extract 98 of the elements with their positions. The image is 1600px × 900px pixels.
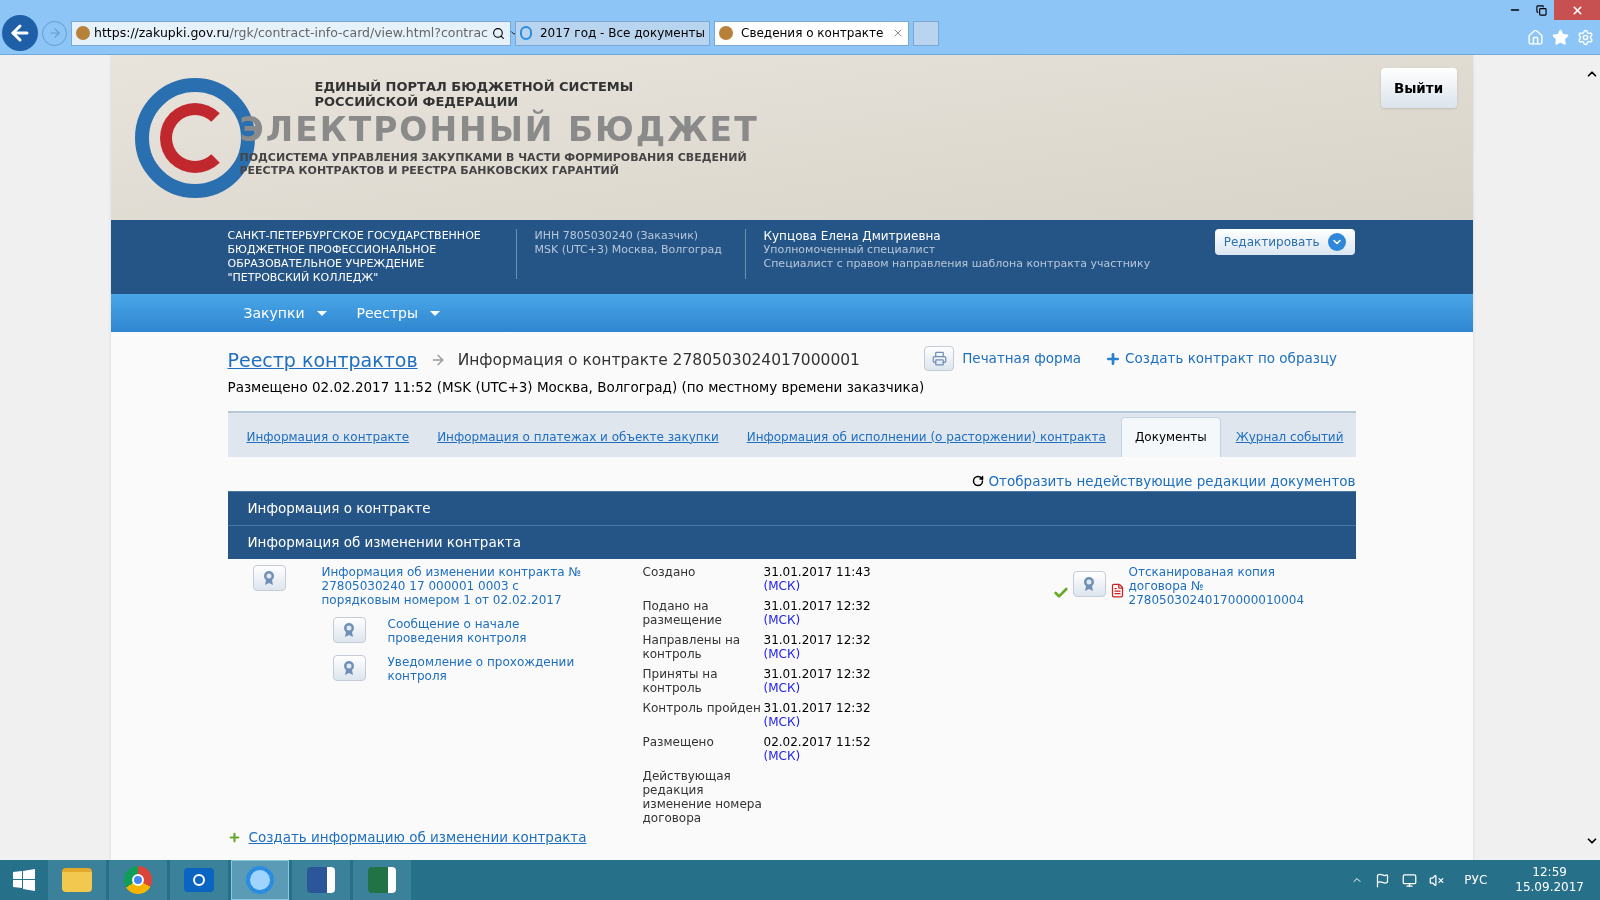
timezone-label: (МСК): [763, 613, 802, 627]
status-label: Действующая редакция изменение номера договора: [642, 769, 763, 825]
status-label: Контроль пройден: [642, 701, 762, 717]
status-label: Создано: [642, 565, 697, 581]
status-date: 31.01.2017 12:32: [763, 701, 871, 715]
back-button[interactable]: [2, 15, 38, 51]
caret-icon: [430, 310, 440, 316]
placed-note: Размещено 02.02.2017 11:52 (MSK (UTC+3) Москва, Волгоград) (по местному времени заказчика): [227, 377, 925, 397]
home-icon[interactable]: [1527, 29, 1544, 46]
taskbar-app[interactable]: [170, 860, 228, 900]
portal-title: ЕДИНЫЙ ПОРТАЛ БЮДЖЕТНОЙ СИСТЕМЫ: [314, 78, 635, 94]
settings-icon[interactable]: [1577, 29, 1594, 46]
status-label: Направлены на контроль: [642, 633, 742, 661]
clock[interactable]: 12:59 15.09.2017: [1515, 865, 1584, 895]
nav-menu[interactable]: Реестры: [356, 302, 440, 324]
language-indicator[interactable]: РУС: [1464, 871, 1488, 889]
seal-icon: [342, 622, 356, 638]
status-date: 31.01.2017 11:43: [763, 565, 871, 579]
timezone-label: (МСК): [763, 579, 802, 593]
favorites-icon[interactable]: [1552, 29, 1569, 46]
tab[interactable]: Информация о платежах и объекте закупки: [424, 416, 732, 457]
inn-text: ИНН 7805030240 (Заказчик): [534, 229, 700, 243]
status-label: Приняты на контроль: [642, 667, 719, 695]
tab[interactable]: Информация об исполнении (о расторжении) контракта: [733, 416, 1119, 457]
status-label: Размещено: [642, 735, 715, 751]
tab-title: Сведения о контракте: [741, 25, 884, 42]
edit-button[interactable]: Редактировать: [1214, 229, 1355, 255]
plus-icon: [1105, 350, 1122, 367]
status-date: 02.02.2017 11:52: [763, 735, 871, 749]
taskbar-app[interactable]: [353, 860, 411, 900]
user-role: Специалист с правом направления шаблона контракта участнику: [763, 257, 1152, 271]
tab[interactable]: Документы: [1120, 416, 1221, 457]
print-button[interactable]: [924, 346, 955, 371]
browser-e-icon: [246, 866, 274, 894]
url-text: https://zakupki.gov.ru/rgk/contract-info-card/view.html?contrac: [94, 23, 488, 42]
page-title: Информация о контракте 2780503024017000001: [457, 349, 860, 371]
network-icon[interactable]: [1402, 872, 1418, 888]
timezone-text: MSK (UTC+3) Москва, Волгоград: [534, 243, 723, 257]
certificate-button[interactable]: [1072, 571, 1106, 597]
refresh-icon: [972, 474, 985, 487]
certificate-button[interactable]: [252, 565, 286, 591]
mail-app-icon: [184, 868, 214, 892]
nav-menu[interactable]: Закупки: [243, 302, 327, 324]
tab-title: 2017 год - Все документы: [539, 25, 705, 42]
timezone-label: (МСК): [763, 749, 802, 763]
close-icon: [1570, 3, 1584, 17]
portal-title: РОССИЙСКОЙ ФЕДЕРАЦИИ: [314, 93, 519, 109]
tab[interactable]: Информация о контракте: [233, 416, 423, 457]
document-link[interactable]: Информация об изменении контракта № 27805030240 17 000001 0003 с порядковым номером 1 от 02.02.2017: [321, 565, 582, 607]
pdf-file-icon: [1109, 583, 1125, 598]
browser-e-icon: [520, 26, 532, 40]
tab[interactable]: Журнал событий: [1222, 416, 1357, 457]
status-date: 31.01.2017 12:32: [763, 667, 871, 681]
emblem-icon: [719, 26, 733, 40]
logout-button[interactable]: Выйти: [1380, 68, 1457, 108]
attachment-link[interactable]: Отсканированая копия договора № 27805030240170000010004: [1128, 565, 1329, 607]
caret-icon: [316, 310, 327, 316]
flag-icon[interactable]: [1375, 872, 1391, 888]
timezone-label: (МСК): [763, 681, 802, 695]
timezone-label: (МСК): [763, 647, 802, 661]
document-link[interactable]: Уведомление о прохождении контроля: [387, 655, 588, 683]
certificate-button[interactable]: [332, 655, 366, 681]
search-icon[interactable]: [491, 26, 505, 40]
emblem-icon: [76, 26, 90, 40]
breadcrumb-link[interactable]: Реестр контрактов: [227, 346, 418, 375]
document-app-icon: [307, 867, 335, 893]
status-date: 31.01.2017 12:32: [763, 633, 871, 647]
circle-logo-icon: [124, 866, 152, 894]
document-link[interactable]: Сообщение о начале проведения контроля: [387, 617, 588, 645]
browser-tab[interactable]: 2017 год - Все документы: [515, 20, 710, 46]
section-header[interactable]: Информация о контракте: [227, 491, 1356, 525]
seal-icon: [342, 660, 356, 676]
printer-icon: [931, 351, 947, 366]
timezone-label: (МСК): [763, 715, 802, 729]
windows-logo-icon: [13, 869, 35, 891]
status-date: 31.01.2017 12:32: [763, 599, 871, 613]
spreadsheet-app-icon: [368, 867, 396, 893]
arrow-right-icon: [47, 26, 62, 40]
seal-icon: [262, 570, 276, 586]
section-header[interactable]: Информация об изменении контракта: [227, 525, 1356, 559]
organization-name: САНКТ-ПЕТЕРБУРГСКОЕ ГОСУДАРСТВЕННОЕ БЮДЖЕТНОЕ ПРОФЕССИОНАЛЬНОЕ ОБРАЗОВАТЕЛЬНОЕ УЧРЕЖДЕНИЕ "ПЕТРОВСКИЙ КОЛЛЕДЖ": [227, 229, 482, 285]
muted-speaker-icon[interactable]: [1429, 872, 1445, 888]
plus-icon: [227, 830, 241, 844]
browser-tab[interactable]: Сведения о контракте: [714, 20, 909, 46]
seal-icon: [1082, 576, 1096, 592]
certificate-button[interactable]: [332, 617, 366, 643]
folder-icon: [62, 868, 92, 892]
taskbar-app[interactable]: [109, 860, 167, 900]
print-form-link[interactable]: Печатная форма: [962, 348, 1082, 369]
create-change-link[interactable]: Создать информацию об изменении контракта: [227, 827, 1356, 848]
user-role: Уполномоченный специалист: [763, 243, 937, 257]
status-label: Подано на размещение: [642, 599, 723, 627]
create-by-template-link[interactable]: Создать контракт по образцу: [1105, 348, 1338, 369]
check-icon: [1052, 585, 1069, 601]
taskbar-app[interactable]: [292, 860, 350, 900]
restore-icon: [1535, 4, 1547, 16]
user-name: Купцова Елена Дмитриевна: [763, 229, 942, 243]
close-tab-icon[interactable]: [892, 27, 904, 39]
